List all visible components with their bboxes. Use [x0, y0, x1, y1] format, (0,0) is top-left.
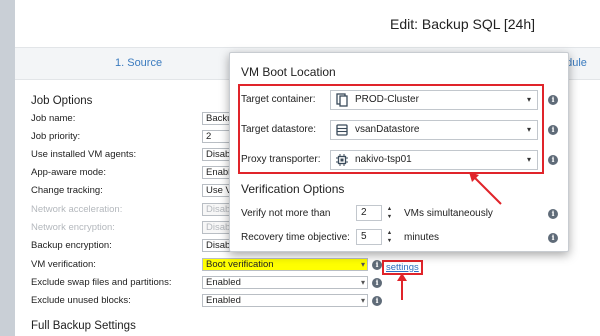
target-container-select[interactable]: PROD-Cluster ▾ — [330, 90, 538, 110]
target-datastore-value: vsanDatastore — [355, 124, 420, 135]
chevron-down-icon: ▾ — [360, 260, 365, 269]
target-datastore-label: Target datastore: — [241, 124, 317, 135]
job-name-label: Job name: — [31, 113, 76, 124]
verification-options-title: Verification Options — [241, 182, 345, 196]
chevron-down-icon: ▾ — [526, 125, 531, 134]
exclude-swap-value: Enabled — [206, 277, 241, 288]
exclude-unused-label: Exclude unused blocks: — [31, 295, 131, 306]
full-backup-title: Full Backup Settings — [31, 320, 136, 332]
verify-limit-unit: VMs simultaneously — [404, 208, 493, 219]
recovery-objective-input[interactable]: 5 — [356, 229, 382, 245]
verify-limit-label: Verify not more than — [241, 208, 331, 219]
vm-agents-label: Use installed VM agents: — [31, 149, 137, 160]
step-source-tab[interactable]: 1. Source — [115, 57, 162, 69]
annotation-arrow — [397, 273, 407, 300]
exclude-unused-select[interactable]: Enabled ▾ — [202, 294, 368, 307]
chevron-down-icon: ▾ — [526, 95, 531, 104]
info-icon[interactable]: i — [548, 95, 558, 105]
recovery-objective-stepper[interactable]: ▲ ▼ — [385, 229, 394, 245]
info-icon[interactable]: i — [548, 233, 558, 243]
vm-verification-select[interactable]: Boot verification ▾ — [202, 258, 368, 271]
recovery-objective-label: Recovery time objective: — [241, 232, 350, 243]
job-priority-label: Job priority: — [31, 131, 81, 142]
vm-verification-label: VM verification: — [31, 259, 96, 270]
info-icon[interactable]: i — [548, 155, 558, 165]
left-panel-strip — [0, 0, 15, 336]
info-icon[interactable]: i — [548, 209, 558, 219]
vm-boot-location-popup: VM Boot Location Target container: PROD-… — [229, 52, 569, 252]
proxy-transporter-label: Proxy transporter: — [241, 154, 321, 165]
chevron-down-icon: ▾ — [360, 278, 365, 287]
backup-encryption-label: Backup encryption: — [31, 240, 112, 251]
exclude-unused-value: Enabled — [206, 295, 241, 306]
proxy-transporter-value: nakivo-tsp01 — [355, 154, 412, 165]
chevron-down-icon: ▾ — [360, 296, 365, 305]
change-tracking-label: Change tracking: — [31, 185, 103, 196]
target-datastore-select[interactable]: vsanDatastore ▾ — [330, 120, 538, 140]
recovery-objective-unit: minutes — [404, 232, 440, 243]
target-container-value: PROD-Cluster — [355, 94, 419, 105]
cluster-icon — [335, 93, 349, 107]
verify-limit-stepper[interactable]: ▲ ▼ — [385, 205, 394, 221]
network-encryption-label: Network encryption: — [31, 222, 115, 233]
chip-icon — [335, 153, 349, 167]
vm-verification-value: Boot verification — [206, 259, 274, 270]
annotation-arrow — [469, 172, 502, 205]
exclude-swap-select[interactable]: Enabled ▾ — [202, 276, 368, 289]
info-icon[interactable]: i — [372, 296, 382, 306]
proxy-transporter-select[interactable]: nakivo-tsp01 ▾ — [330, 150, 538, 170]
popup-title: VM Boot Location — [241, 65, 336, 79]
job-options-title: Job Options — [31, 95, 93, 107]
target-container-label: Target container: — [241, 94, 316, 105]
chevron-down-icon: ▾ — [526, 155, 531, 164]
info-icon[interactable]: i — [372, 260, 382, 270]
app-aware-label: App-aware mode: — [31, 167, 106, 178]
exclude-swap-label: Exclude swap files and partitions: — [31, 277, 172, 288]
window-header: Edit: Backup SQL [24h] — [15, 0, 600, 48]
info-icon[interactable]: i — [372, 278, 382, 288]
datastore-icon — [335, 123, 349, 137]
verify-limit-input[interactable]: 2 — [356, 205, 382, 221]
info-icon[interactable]: i — [548, 125, 558, 135]
network-acceleration-label: Network acceleration: — [31, 204, 123, 215]
window-title: Edit: Backup SQL [24h] — [390, 16, 536, 32]
